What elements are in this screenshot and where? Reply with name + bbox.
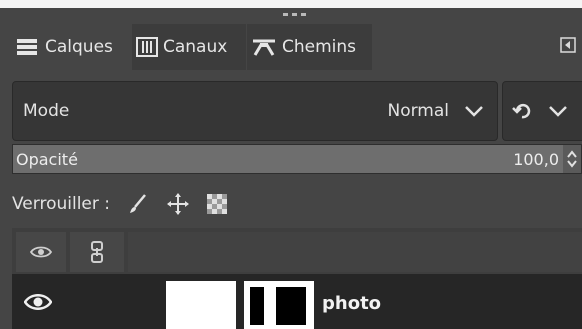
alpha-checkerboard-icon[interactable]: [206, 193, 228, 215]
lock-label: Verrouiller :: [12, 194, 110, 214]
chain-link-icon: [91, 241, 103, 263]
chevron-down-icon: [549, 106, 567, 117]
channels-icon: [136, 37, 158, 57]
tab-label: Chemins: [282, 37, 357, 57]
chevron-down-icon[interactable]: [566, 159, 578, 168]
mode-select[interactable]: Mode Normal: [12, 81, 498, 141]
paths-icon: [253, 39, 275, 56]
switch-icon: [512, 103, 531, 119]
opacity-slider-fill: [13, 145, 563, 173]
dock-drag-handle[interactable]: [283, 13, 306, 16]
lock-row: Verrouiller :: [12, 184, 228, 224]
opacity-spinner[interactable]: [563, 145, 581, 173]
brush-icon[interactable]: [126, 192, 150, 216]
tab-label: Canaux: [163, 37, 228, 57]
header-visibility[interactable]: [16, 232, 66, 272]
header-link[interactable]: [70, 232, 124, 272]
tab-calques[interactable]: Calques: [10, 24, 131, 70]
move-icon[interactable]: [166, 192, 190, 216]
layers-icon: [17, 39, 37, 55]
chevron-down-icon: [465, 106, 483, 117]
mode-label: Mode: [23, 101, 70, 121]
tab-canaux[interactable]: Canaux: [132, 24, 246, 70]
layer-thumbnail[interactable]: [166, 281, 236, 329]
tab-label: Calques: [45, 37, 113, 57]
tab-menu-icon[interactable]: [560, 37, 576, 53]
layer-row[interactable]: photo: [12, 274, 582, 329]
mode-value: Normal: [387, 101, 449, 121]
chevron-up-icon[interactable]: [566, 150, 578, 159]
opacity-value: 100,0: [513, 149, 559, 169]
opacity-label: Opacité: [16, 149, 78, 169]
eye-icon[interactable]: [24, 292, 52, 312]
layer-name[interactable]: photo: [322, 293, 381, 314]
layers-dock: Calques Canaux Chemins Mode Normal Opaci…: [0, 8, 582, 329]
layer-mask-thumbnail[interactable]: [244, 281, 314, 329]
eye-icon: [30, 246, 52, 258]
mask-bar: [276, 287, 306, 325]
tab-chemins[interactable]: Chemins: [247, 24, 372, 70]
dock-tabbar: Calques Canaux Chemins: [0, 24, 582, 70]
layer-list-header: [12, 228, 582, 274]
composite-mode-select[interactable]: [502, 81, 582, 141]
opacity-slider[interactable]: Opacité 100,0: [12, 144, 582, 174]
header-layer-column: [128, 232, 582, 272]
mask-bar: [250, 287, 264, 325]
